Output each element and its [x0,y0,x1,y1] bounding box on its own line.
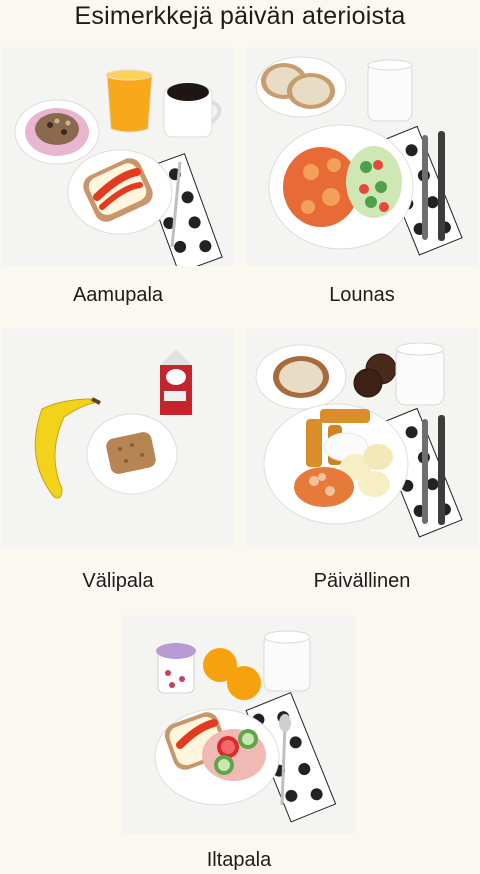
snack-photo [2,329,234,548]
meal-label-iltapala: Iltapala [206,849,272,871]
meal-label-valipala: Välipala [82,570,154,592]
meal-label-aamupala: Aamupala [72,284,164,306]
breakfast-photo [2,47,234,266]
evening-snack-photo [122,615,356,834]
lunch-photo [246,47,478,266]
dinner-photo [246,329,478,548]
meal-label-lounas: Lounas [329,284,395,306]
meal-label-paivallinen: Päivällinen [313,570,411,592]
page-title: Esimerkkejä päivän aterioista [74,2,406,30]
